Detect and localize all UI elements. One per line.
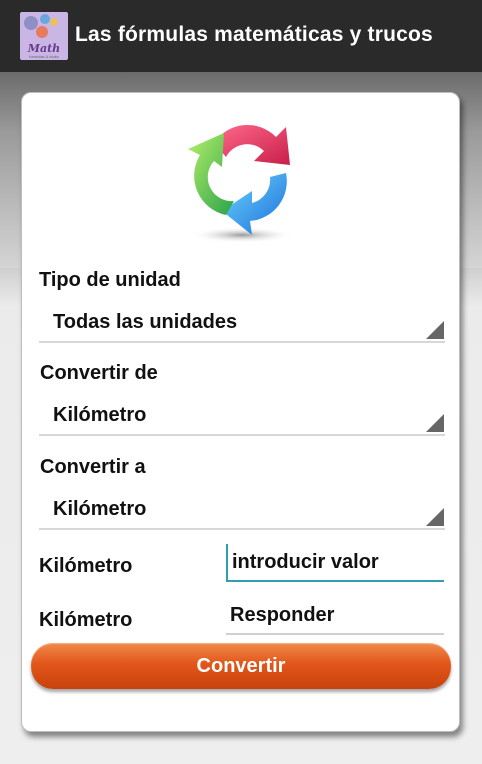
dropdown-triangle-icon [426,508,444,526]
dropdown-triangle-icon [426,414,444,432]
action-bar: Math formulas & tricks Las fórmulas mate… [0,0,482,72]
convert-to-value: Kilómetro [53,498,147,520]
math-formulas-app-icon[interactable]: Math formulas & tricks [20,12,68,60]
app-icon-ball [40,14,50,24]
unit-type-value: Todas las unidades [53,311,238,333]
unit-type-select[interactable]: Todas las unidades [39,307,445,343]
convert-from-label: Convertir de [40,362,158,384]
dropdown-triangle-icon [426,321,444,339]
answer-unit-label: Kilómetro [39,609,133,631]
convert-from-select[interactable]: Kilómetro [39,400,445,436]
refresh-cycle-arrows-icon [188,124,294,243]
converter-card: Tipo de unidad Todas las unidades Conver… [21,92,460,732]
unit-type-label: Tipo de unidad [39,269,181,291]
app-icon-ball [50,18,58,26]
app-icon-caption: formulas & tricks [29,54,59,59]
value-input[interactable] [226,544,444,582]
convert-button[interactable]: Convertir [31,643,451,689]
answer-field[interactable] [226,597,444,635]
app-icon-ball [36,26,48,38]
convert-from-value: Kilómetro [53,404,147,426]
input-unit-label: Kilómetro [39,555,133,577]
app-title: Las fórmulas matemáticas y trucos [75,23,433,46]
convert-to-select[interactable]: Kilómetro [39,494,445,530]
convert-to-label: Convertir a [40,456,146,478]
